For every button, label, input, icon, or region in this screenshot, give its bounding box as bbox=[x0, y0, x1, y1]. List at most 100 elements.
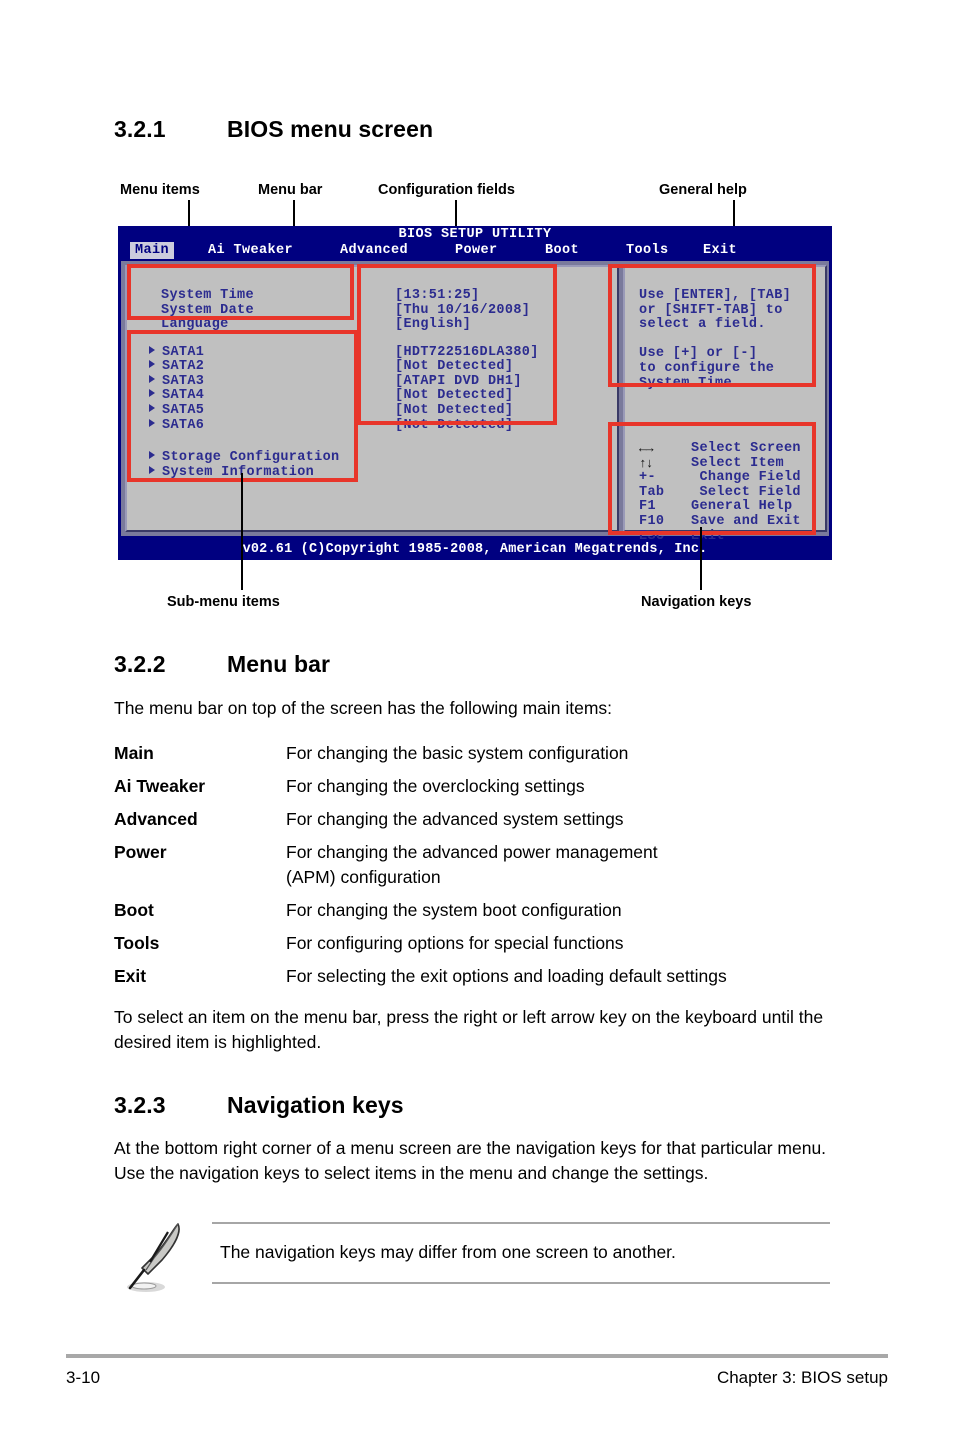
plus-minus-icon: +- bbox=[639, 470, 656, 486]
note-box: The navigation keys may differ from one … bbox=[212, 1222, 830, 1284]
navkey-select-screen: ←→ Select Screen bbox=[639, 441, 801, 457]
bios-submenu-sata6[interactable]: SATA6 bbox=[149, 417, 205, 434]
arrow-up-down-icon: ↑↓ bbox=[639, 455, 654, 471]
bios-body: System Time System Date Language [13:51:… bbox=[120, 260, 830, 543]
callout-general-help: General help bbox=[659, 182, 747, 198]
bios-submenu-sata5[interactable]: SATA5 bbox=[149, 403, 204, 419]
bios-copyright: v02.61 (C)Copyright 1985-2008, American … bbox=[242, 542, 708, 557]
bios-value-sata2[interactable]: [Not Detected] bbox=[395, 359, 513, 375]
bios-submenu-sata1[interactable]: SATA1 bbox=[149, 345, 204, 361]
bios-help-line-1: Use [ENTER], [TAB] bbox=[639, 288, 792, 303]
bios-submenu-sata4[interactable]: SATA4 bbox=[149, 388, 205, 404]
menubar-desc-ai-tweaker: For changing the overclocking settings bbox=[286, 776, 585, 796]
bios-menu-item-language[interactable]: Language bbox=[161, 318, 229, 333]
callout-navigation-keys: Navigation keys bbox=[641, 594, 752, 610]
triangle-icon bbox=[149, 418, 155, 427]
triangle-icon bbox=[149, 360, 155, 369]
bios-tab-exit[interactable]: Exit bbox=[703, 243, 737, 258]
bios-help-line-6: to configure the bbox=[639, 361, 775, 376]
callout-menu-bar: Menu bar bbox=[258, 182, 323, 198]
callout-menu-items: Menu items bbox=[120, 182, 200, 198]
bios-help-line-7: System Time. bbox=[639, 375, 741, 391]
bios-tab-power[interactable]: Power bbox=[455, 243, 498, 258]
bios-tab-tools[interactable]: Tools bbox=[626, 243, 669, 258]
bios-submenu-sata6-label: SATA6 bbox=[162, 417, 205, 433]
bios-submenu-storage-configuration-label: Storage Configuration bbox=[162, 450, 340, 465]
menubar-term-ai-tweaker: Ai Tweaker bbox=[114, 776, 206, 796]
heading-3-2-2: 3.2.2 Menu bar bbox=[114, 651, 330, 678]
bios-menu-item-system-date[interactable]: System Date bbox=[161, 303, 254, 319]
menubar-desc-tools: For configuring options for special func… bbox=[286, 933, 624, 953]
callout-line-sub-menu-items bbox=[241, 473, 243, 590]
navkey-save-and-exit-label: Save and Exit bbox=[691, 513, 801, 529]
menubar-term-advanced: Advanced bbox=[114, 809, 198, 829]
bios-value-sata5[interactable]: [Not Detected] bbox=[395, 403, 513, 419]
callout-line-navigation-keys bbox=[700, 527, 702, 590]
menubar-term-tools: Tools bbox=[114, 933, 160, 953]
heading-3-2-3-title: Navigation keys bbox=[227, 1092, 404, 1118]
callout-configuration-fields: Configuration fields bbox=[378, 182, 515, 198]
menubar-term-exit: Exit bbox=[114, 966, 147, 986]
bios-value-system-time[interactable]: [13:51:25] bbox=[395, 288, 480, 304]
heading-3-2-1-title: BIOS menu screen bbox=[227, 116, 434, 142]
f1-key-label: F1 bbox=[639, 499, 656, 515]
menubar-entry-main: Main For changing the basic system confi… bbox=[114, 741, 834, 766]
bios-tab-advanced[interactable]: Advanced bbox=[340, 243, 408, 258]
menubar-entry-power: Power For changing the advanced power ma… bbox=[114, 840, 834, 890]
menubar-term-main: Main bbox=[114, 743, 154, 763]
bios-navigation-keys: ←→ Select Screen ↑↓ Select Item +- Change … bbox=[639, 441, 801, 544]
bios-submenu-sata2-label: SATA2 bbox=[162, 359, 205, 375]
menubar-term-power: Power bbox=[114, 842, 167, 862]
menubar-entry-advanced: Advanced For changing the advanced syste… bbox=[114, 807, 834, 832]
heading-3-2-2-title: Menu bar bbox=[227, 651, 331, 677]
bios-submenu-sata4-label: SATA4 bbox=[162, 388, 205, 404]
menubar-entry-boot: Boot For changing the system boot config… bbox=[114, 898, 834, 923]
menubar-entry-tools: Tools For configuring options for specia… bbox=[114, 931, 834, 956]
bios-value-system-date[interactable]: [Thu 10/16/2008] bbox=[395, 303, 530, 319]
bios-tab-main[interactable]: Main bbox=[130, 242, 175, 259]
tab-key-label: Tab bbox=[639, 484, 665, 500]
bios-value-sata4[interactable]: [Not Detected] bbox=[395, 389, 513, 404]
navkey-change-field-label: Change Field bbox=[691, 470, 801, 486]
bios-submenu-system-information[interactable]: System Information bbox=[149, 464, 315, 481]
heading-3-2-3: 3.2.3 Navigation keys bbox=[114, 1092, 404, 1119]
note-text: The navigation keys may differ from one … bbox=[220, 1242, 676, 1262]
heading-3-2-1: 3.2.1 BIOS menu screen bbox=[114, 116, 433, 143]
footer-divider bbox=[66, 1354, 888, 1358]
bios-right-pane: Use [ENTER], [TAB] or [SHIFT-TAB] to sel… bbox=[623, 265, 827, 543]
bios-setup-screen: BIOS SETUP UTILITY Main Ai Tweaker Advan… bbox=[118, 226, 832, 560]
callout-sub-menu-items: Sub-menu items bbox=[167, 594, 280, 610]
navkey-general-help: F1 General Help bbox=[639, 500, 801, 515]
navkey-general-help-label: General Help bbox=[691, 499, 793, 515]
bios-submenu-sata3-label: SATA3 bbox=[162, 373, 205, 389]
bios-tab-boot[interactable]: Boot bbox=[545, 243, 579, 258]
footer-chapter-title: Chapter 3: BIOS setup bbox=[716, 1368, 888, 1387]
bios-title: BIOS SETUP UTILITY bbox=[398, 227, 552, 242]
triangle-icon bbox=[149, 465, 155, 474]
navkey-select-field-label: Select Field bbox=[691, 484, 801, 500]
bios-submenu-sata3[interactable]: SATA3 bbox=[149, 373, 205, 390]
heading-3-2-3-number: 3.2.3 bbox=[114, 1092, 166, 1118]
triangle-icon bbox=[149, 451, 155, 459]
bios-menu-item-system-time[interactable]: System Time bbox=[161, 288, 254, 304]
footer-page-number: 3-10 bbox=[66, 1368, 101, 1387]
heading-3-2-2-number: 3.2.2 bbox=[114, 651, 166, 677]
triangle-icon bbox=[149, 403, 155, 412]
bios-submenu-storage-configuration[interactable]: Storage Configuration bbox=[149, 450, 340, 466]
triangle-icon bbox=[149, 374, 155, 383]
f10-key-label: F10 bbox=[639, 513, 665, 529]
bios-value-language[interactable]: [English] bbox=[395, 318, 471, 333]
triangle-icon bbox=[149, 345, 155, 354]
bios-tab-ai-tweaker[interactable]: Ai Tweaker bbox=[208, 243, 293, 258]
bios-submenu-system-information-label: System Information bbox=[162, 464, 315, 480]
navkeys-paragraph: At the bottom right corner of a menu scr… bbox=[114, 1138, 827, 1183]
bios-value-sata3[interactable]: [ATAPI DVD DH1] bbox=[395, 374, 522, 390]
menubar-term-boot: Boot bbox=[114, 900, 154, 920]
menubar-entry-ai-tweaker: Ai Tweaker For changing the overclocking… bbox=[114, 774, 834, 799]
bios-value-sata6[interactable]: [Not Detected] bbox=[395, 418, 513, 434]
menubar-intro-paragraph: The menu bar on top of the screen has th… bbox=[114, 698, 613, 718]
menubar-desc-exit: For selecting the exit options and loadi… bbox=[286, 966, 727, 986]
bios-submenu-sata2[interactable]: SATA2 bbox=[149, 359, 205, 375]
bios-value-sata1[interactable]: [HDT722516DLA380] bbox=[395, 345, 539, 361]
bios-menu-bar: Main Ai Tweaker Advanced Power Boot Tool… bbox=[118, 242, 832, 259]
